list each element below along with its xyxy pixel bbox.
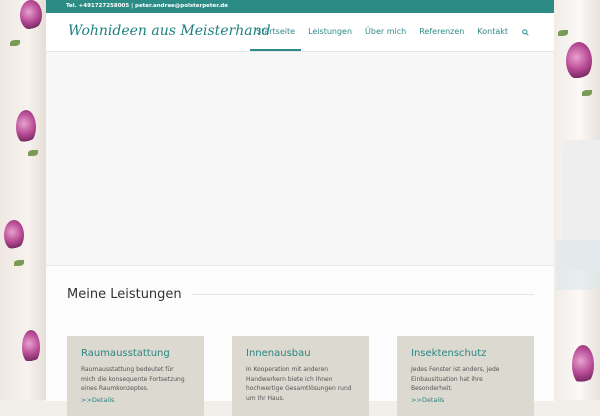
background-curtain-left [0, 0, 46, 400]
service-card-insektenschutz: Insektenschutz Jedes Fenster ist anders,… [397, 336, 534, 416]
nav-item-kontakt[interactable]: Kontakt [477, 13, 508, 51]
main-nav: Startseite Leistungen Über mich Referenz… [243, 13, 530, 51]
nav-item-ueber-mich[interactable]: Über mich [365, 13, 406, 51]
site-header: Wohnideen aus Meisterhand Startseite Lei… [46, 13, 554, 52]
section-header: Meine Leistungen [67, 287, 534, 302]
contact-bar: Tel. +491727258005 | peter.andrae@polste… [46, 0, 554, 13]
service-card-raumausstattung: Raumausstattung Raumausstattung bedeutet… [67, 336, 204, 416]
card-title[interactable]: Insektenschutz [411, 348, 520, 359]
contact-text: Tel. +491727258005 | peter.andrae@polste… [66, 3, 228, 9]
card-text: In Kooperation mit anderen Handwerkern b… [246, 366, 352, 402]
search-icon[interactable] [522, 13, 530, 51]
card-title[interactable]: Raumausstattung [81, 348, 190, 359]
nav-item-startseite[interactable]: Startseite [250, 13, 301, 51]
site-logo[interactable]: Wohnideen aus Meisterhand [68, 23, 271, 39]
nav-item-referenzen[interactable]: Referenzen [419, 13, 464, 51]
card-title[interactable]: Innenausbau [246, 348, 355, 359]
service-cards: Raumausstattung Raumausstattung bedeutet… [67, 336, 534, 416]
service-card-innenausbau: Innenausbau In Kooperation mit anderen H… [232, 336, 369, 416]
hero-area [46, 52, 554, 266]
card-text: Jedes Fenster ist anders, jede Einbausit… [411, 366, 500, 392]
section-title: Meine Leistungen [67, 287, 182, 302]
nav-item-leistungen[interactable]: Leistungen [308, 13, 352, 51]
card-text: Raumausstattung bedeutet für mich die ko… [81, 366, 185, 392]
page-container: Tel. +491727258005 | peter.andrae@polste… [46, 0, 554, 416]
background-curtain-right [554, 0, 600, 400]
section-divider [191, 294, 534, 295]
services-section: Meine Leistungen Raumausstattung Raumaus… [46, 266, 554, 416]
